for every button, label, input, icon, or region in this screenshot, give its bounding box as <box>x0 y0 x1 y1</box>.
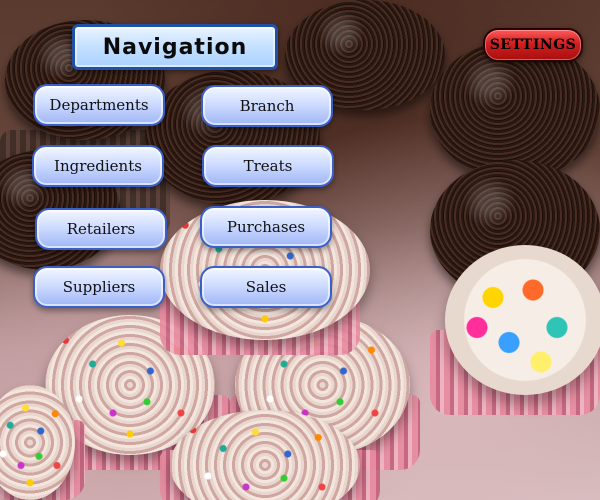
settings-button[interactable]: SETTINGS <box>483 28 583 62</box>
departments-button[interactable]: Departments <box>33 84 165 126</box>
retailers-button[interactable]: Retailers <box>35 208 167 250</box>
suppliers-button[interactable]: Suppliers <box>33 266 165 308</box>
background-photo <box>0 0 600 500</box>
sales-button[interactable]: Sales <box>200 266 332 308</box>
treats-button[interactable]: Treats <box>202 145 334 187</box>
branch-button[interactable]: Branch <box>201 85 333 127</box>
ingredients-button[interactable]: Ingredients <box>32 145 164 187</box>
star-sprinkle-truffle <box>445 245 600 395</box>
purchases-button[interactable]: Purchases <box>200 206 332 248</box>
navigation-title: Navigation <box>72 24 278 70</box>
